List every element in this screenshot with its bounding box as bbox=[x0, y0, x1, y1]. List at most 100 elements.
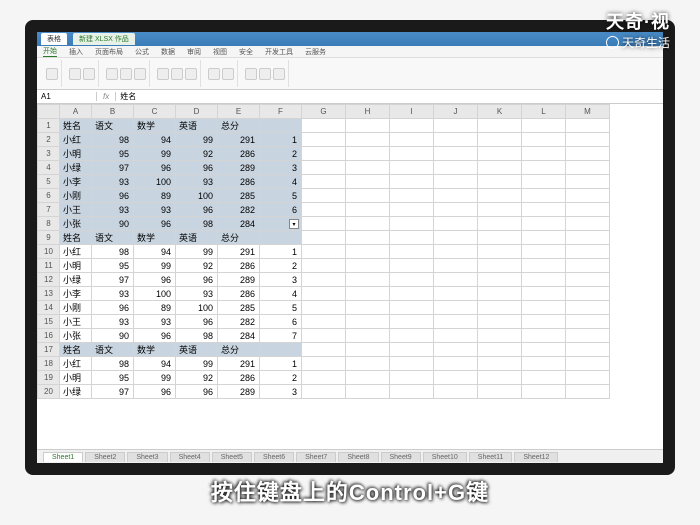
cell[interactable] bbox=[302, 217, 346, 231]
cell[interactable] bbox=[390, 133, 434, 147]
ribbon-tab[interactable]: 视图 bbox=[213, 47, 227, 57]
column-header[interactable]: M bbox=[566, 105, 610, 119]
cell[interactable] bbox=[434, 245, 478, 259]
row-header[interactable]: 11 bbox=[38, 259, 60, 273]
cell[interactable] bbox=[522, 161, 566, 175]
cell[interactable] bbox=[522, 189, 566, 203]
cell[interactable] bbox=[478, 133, 522, 147]
cell[interactable] bbox=[566, 245, 610, 259]
cell[interactable] bbox=[346, 273, 390, 287]
cell[interactable]: 3 bbox=[260, 161, 302, 175]
copy-button[interactable] bbox=[83, 68, 95, 80]
cell[interactable] bbox=[390, 217, 434, 231]
cell[interactable]: 96 bbox=[176, 273, 218, 287]
cell[interactable] bbox=[566, 315, 610, 329]
cell[interactable] bbox=[346, 189, 390, 203]
cell[interactable] bbox=[346, 245, 390, 259]
cell[interactable]: 6 bbox=[260, 203, 302, 217]
cell[interactable] bbox=[302, 161, 346, 175]
row-header[interactable]: 19 bbox=[38, 371, 60, 385]
cell[interactable] bbox=[522, 357, 566, 371]
row-header[interactable]: 5 bbox=[38, 175, 60, 189]
sheet-tab[interactable]: Sheet6 bbox=[254, 452, 294, 462]
cell[interactable] bbox=[302, 245, 346, 259]
row-header[interactable]: 1 bbox=[38, 119, 60, 133]
cell[interactable]: 96 bbox=[176, 315, 218, 329]
cell[interactable] bbox=[302, 189, 346, 203]
ribbon-tab[interactable]: 插入 bbox=[69, 47, 83, 57]
cell[interactable] bbox=[434, 343, 478, 357]
cell[interactable]: 2 bbox=[260, 147, 302, 161]
cell[interactable] bbox=[566, 133, 610, 147]
row-header[interactable]: 9 bbox=[38, 231, 60, 245]
cell[interactable] bbox=[346, 301, 390, 315]
cell[interactable]: 282 bbox=[218, 315, 260, 329]
cell[interactable] bbox=[302, 147, 346, 161]
column-header[interactable]: B bbox=[92, 105, 134, 119]
cell[interactable] bbox=[346, 343, 390, 357]
cell[interactable] bbox=[478, 189, 522, 203]
document-tab[interactable]: 新建 XLSX 作品 bbox=[73, 33, 135, 45]
cell[interactable]: 小明 bbox=[60, 259, 92, 273]
sheet-tab[interactable]: Sheet1 bbox=[43, 452, 83, 462]
cell[interactable]: 286 bbox=[218, 259, 260, 273]
sheet-tab[interactable]: Sheet7 bbox=[296, 452, 336, 462]
cell[interactable]: 93 bbox=[92, 287, 134, 301]
cell[interactable]: 小李 bbox=[60, 287, 92, 301]
cell[interactable]: 小红 bbox=[60, 133, 92, 147]
cell[interactable]: 285 bbox=[218, 301, 260, 315]
cell[interactable] bbox=[302, 231, 346, 245]
cell[interactable] bbox=[522, 287, 566, 301]
cell[interactable]: 100 bbox=[134, 175, 176, 189]
cell[interactable] bbox=[478, 343, 522, 357]
cell[interactable]: 98 bbox=[176, 217, 218, 231]
cell[interactable] bbox=[434, 357, 478, 371]
cell[interactable]: 语文 bbox=[92, 231, 134, 245]
row-header[interactable]: 16 bbox=[38, 329, 60, 343]
cell[interactable] bbox=[566, 259, 610, 273]
cell[interactable]: 291 bbox=[218, 245, 260, 259]
cell[interactable] bbox=[434, 259, 478, 273]
cell[interactable] bbox=[260, 343, 302, 357]
filter-button[interactable] bbox=[273, 68, 285, 80]
cell[interactable]: 93 bbox=[92, 175, 134, 189]
cell[interactable] bbox=[478, 315, 522, 329]
cell[interactable] bbox=[346, 371, 390, 385]
cell[interactable]: 96 bbox=[176, 161, 218, 175]
cell[interactable]: 94 bbox=[134, 245, 176, 259]
cell[interactable] bbox=[434, 371, 478, 385]
cell[interactable]: 93 bbox=[176, 175, 218, 189]
cell[interactable]: 7 bbox=[260, 329, 302, 343]
row-header[interactable]: 15 bbox=[38, 315, 60, 329]
column-header[interactable]: K bbox=[478, 105, 522, 119]
cell[interactable]: 小绿 bbox=[60, 161, 92, 175]
cell[interactable] bbox=[434, 175, 478, 189]
sheet-tab[interactable]: Sheet11 bbox=[469, 452, 513, 462]
cell[interactable]: 98 bbox=[92, 245, 134, 259]
cell[interactable]: 89 bbox=[134, 301, 176, 315]
cell[interactable] bbox=[390, 287, 434, 301]
row-header[interactable]: 14 bbox=[38, 301, 60, 315]
cut-button[interactable] bbox=[69, 68, 81, 80]
cell[interactable]: 96 bbox=[134, 217, 176, 231]
ribbon-tab[interactable]: 安全 bbox=[239, 47, 253, 57]
cell[interactable] bbox=[478, 231, 522, 245]
row-header[interactable]: 2 bbox=[38, 133, 60, 147]
row-header[interactable]: 4 bbox=[38, 161, 60, 175]
italic-button[interactable] bbox=[120, 68, 132, 80]
column-header[interactable]: A bbox=[60, 105, 92, 119]
cell[interactable] bbox=[522, 371, 566, 385]
cell[interactable]: 96 bbox=[92, 189, 134, 203]
cell[interactable]: 小王 bbox=[60, 315, 92, 329]
cell[interactable]: 4 bbox=[260, 175, 302, 189]
ribbon-tab[interactable]: 公式 bbox=[135, 47, 149, 57]
cell[interactable] bbox=[478, 329, 522, 343]
cell[interactable] bbox=[390, 231, 434, 245]
cell[interactable]: 数学 bbox=[134, 343, 176, 357]
cell[interactable]: 95 bbox=[92, 259, 134, 273]
cell[interactable] bbox=[434, 315, 478, 329]
cell[interactable]: 98 bbox=[176, 329, 218, 343]
cell[interactable] bbox=[302, 259, 346, 273]
cell[interactable] bbox=[522, 259, 566, 273]
cell[interactable] bbox=[346, 287, 390, 301]
